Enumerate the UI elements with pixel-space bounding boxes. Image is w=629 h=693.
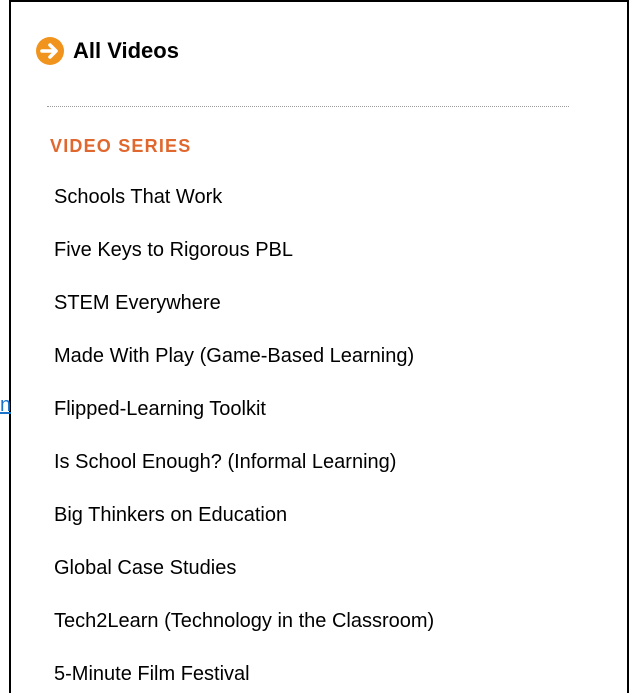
series-item-global-case-studies[interactable]: Global Case Studies <box>54 551 434 604</box>
all-videos-label: All Videos <box>73 38 179 63</box>
series-item-made-with-play[interactable]: Made With Play (Game-Based Learning) <box>54 339 434 392</box>
all-videos-link[interactable]: All Videos <box>35 36 179 66</box>
series-item-tech2learn[interactable]: Tech2Learn (Technology in the Classroom) <box>54 604 434 657</box>
arrow-right-circle-icon <box>36 37 64 65</box>
series-item-schools-that-work[interactable]: Schools That Work <box>54 180 434 233</box>
videos-dropdown-menu: All Videos VIDEO SERIES Schools That Wor… <box>11 0 629 693</box>
series-item-is-school-enough[interactable]: Is School Enough? (Informal Learning) <box>54 445 434 498</box>
video-series-heading: VIDEO SERIES <box>50 136 192 156</box>
dotted-divider <box>47 106 569 107</box>
series-item-five-keys-pbl[interactable]: Five Keys to Rigorous PBL <box>54 233 434 286</box>
series-item-film-festival[interactable]: 5-Minute Film Festival <box>54 657 434 693</box>
series-item-stem-everywhere[interactable]: STEM Everywhere <box>54 286 434 339</box>
partial-link[interactable]: n <box>0 393 11 417</box>
video-series-list: Schools That Work Five Keys to Rigorous … <box>54 180 434 693</box>
series-item-big-thinkers[interactable]: Big Thinkers on Education <box>54 498 434 551</box>
series-item-flipped-learning[interactable]: Flipped-Learning Toolkit <box>54 392 434 445</box>
page: n All Videos VIDEO SERIES Schools That W… <box>0 0 629 693</box>
